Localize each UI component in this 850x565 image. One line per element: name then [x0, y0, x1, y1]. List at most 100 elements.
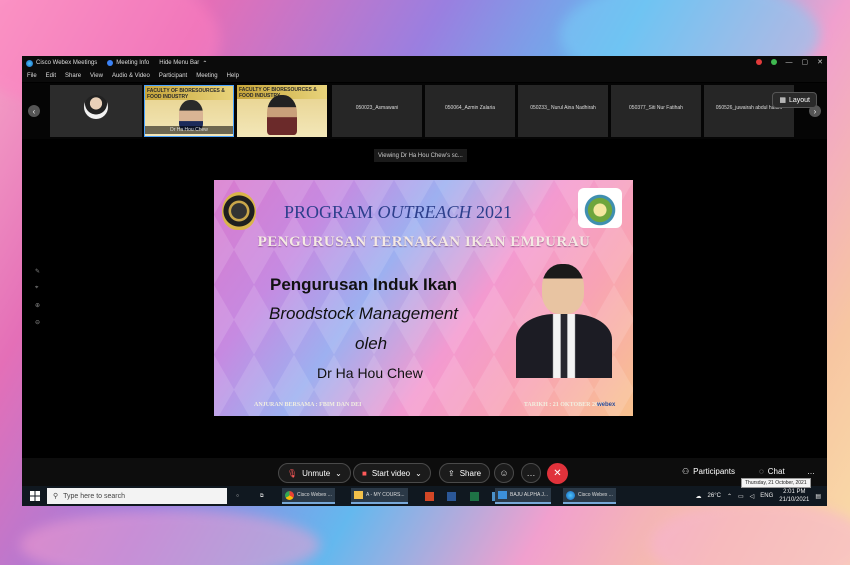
menu-share[interactable]: Share: [65, 73, 81, 79]
maximize-icon[interactable]: ▢: [802, 58, 809, 66]
pointer-icon[interactable]: ✎: [35, 268, 40, 275]
clock-date: 21/10/2021: [779, 497, 810, 503]
participant-tile[interactable]: 050377_Siti Nur Fatihah: [611, 85, 701, 137]
webex-logo-icon: [26, 59, 33, 67]
minimize-icon[interactable]: —: [786, 59, 793, 66]
powerpoint-icon[interactable]: [425, 489, 434, 503]
start-video-label: Start video: [371, 468, 411, 478]
clock-time: 2:01 PM: [783, 489, 806, 495]
faculty-banner: FACULTY OF BIORESOURCES & FOOD INDUSTRY: [145, 86, 233, 100]
participants-label: Participants: [693, 467, 735, 476]
webex-window: Cisco Webex Meetings Meeting Info Hide M…: [22, 56, 827, 506]
share-button[interactable]: ⇪ Share: [439, 463, 491, 483]
slide-line-2: Broodstock Management: [269, 304, 458, 323]
network-icon[interactable]: ▭: [738, 493, 744, 500]
hide-menu-bar-label: Hide Menu Bar: [159, 60, 200, 66]
excel-icon[interactable]: [470, 489, 479, 503]
taskbar-app-webex[interactable]: Cisco Webex ...: [563, 488, 616, 504]
participant-tile[interactable]: 050064_Azmin Zalaria: [425, 85, 515, 137]
recording-icon: [755, 59, 762, 65]
taskbar-app-label: Cisco Webex ...: [578, 492, 613, 498]
participant-tile[interactable]: FACULTY OF BIORESOURCES & FOOD INDUSTRY: [237, 85, 327, 137]
unmute-button[interactable]: 🎙 Unmute ⌄: [278, 463, 351, 483]
menu-meeting[interactable]: Meeting: [196, 73, 217, 79]
hide-menu-bar-button[interactable]: Hide Menu Bar ⌃: [159, 60, 207, 67]
info-icon: [107, 60, 114, 66]
meeting-info-button[interactable]: Meeting Info: [107, 60, 149, 66]
cortana-icon[interactable]: ○: [236, 489, 239, 503]
pen-icon[interactable]: ⌖: [35, 285, 40, 292]
close-icon: ✕: [553, 468, 562, 479]
reactions-button[interactable]: ☺: [494, 463, 514, 483]
search-icon: ⚲: [53, 493, 59, 500]
share-label: Share: [459, 468, 482, 478]
slide-line-1: Pengurusan Induk Ikan: [270, 275, 458, 294]
shared-screen-slide: PROGRAM OUTREACH 2021 PENGURUSAN TERNAKA…: [214, 180, 633, 416]
participant-name: 050064_Azmin Zalaria: [444, 105, 496, 111]
notification-icon[interactable]: ▤: [815, 493, 821, 500]
taskbar-app-explorer[interactable]: A - MY COURS...: [351, 488, 408, 504]
layout-label: Layout: [788, 96, 810, 104]
system-tray: ☁ 26°C ⌃ ▭ ◁ ENG 2:01 PM 21/10/2021 ▤: [696, 488, 821, 504]
word-icon[interactable]: [447, 489, 456, 503]
annotation-tools: ✎ ⌖ ⊕ ⊖: [35, 268, 40, 326]
start-video-button[interactable]: ■ Start video ⌄: [353, 463, 431, 483]
layout-button[interactable]: ▦ Layout: [772, 92, 817, 108]
clock[interactable]: 2:01 PM 21/10/2021: [779, 488, 809, 504]
chat-button[interactable]: ◌ Chat: [759, 467, 785, 476]
avatar: [267, 95, 297, 135]
menu-participant[interactable]: Participant: [159, 73, 187, 79]
menu-file[interactable]: File: [27, 73, 37, 79]
chat-icon: ◌: [759, 467, 764, 476]
taskbar-search[interactable]: ⚲ Type here to search: [47, 488, 227, 504]
slide-line-3: oleh: [355, 334, 388, 353]
slide-title-year: 2021: [476, 202, 513, 222]
participant-tile[interactable]: 050023_Asmawani: [332, 85, 422, 137]
participant-tile-active[interactable]: FACULTY OF BIORESOURCES & FOOD INDUSTRY …: [144, 85, 234, 137]
background-blob: [20, 510, 320, 565]
viewing-share-banner: Viewing Dr Ha Hou Chew's sc...: [374, 149, 467, 162]
program-logo: [578, 188, 622, 228]
volume-icon[interactable]: ◁: [750, 493, 755, 500]
task-view-icon[interactable]: ⧉: [260, 489, 264, 503]
zoom-out-icon[interactable]: ⊖: [35, 319, 40, 326]
menu-bar: File Edit Share View Audio & Video Parti…: [22, 70, 827, 82]
more-panels-button[interactable]: …: [807, 467, 815, 476]
taskbar-app-label: Cisco Webex ...: [297, 492, 332, 498]
taskbar-app-photos[interactable]: BAJU ALPHA J...: [495, 488, 552, 504]
menu-help[interactable]: Help: [227, 73, 239, 79]
slide-footer-left: ANJURAN BERSAMA : FBIM DAN DEI: [254, 402, 362, 408]
slide-footer: ANJURAN BERSAMA : FBIM DAN DEI TARIKH : …: [254, 402, 604, 408]
more-options-button[interactable]: …: [521, 463, 541, 483]
participants-icon: ⚇: [682, 467, 690, 476]
language-indicator[interactable]: ENG: [760, 493, 773, 499]
slide-footer-right: TARIKH : 21 OKTOBER 2021: [523, 402, 604, 408]
participant-tile[interactable]: 050233_ Nurul Aina Nadhirah: [518, 85, 608, 137]
weather-temp: 26°C: [707, 493, 721, 499]
app-title-text: Cisco Webex Meetings: [36, 60, 98, 66]
zoom-in-icon[interactable]: ⊕: [35, 302, 40, 309]
avatar: [84, 95, 108, 119]
taskbar-app-label: A - MY COURS...: [366, 492, 405, 498]
participant-name: 050023_Asmawani: [355, 105, 399, 111]
webex-icon: [566, 490, 575, 500]
connection-icon: [770, 59, 777, 65]
participants-button[interactable]: ⚇ Participants: [682, 467, 735, 476]
slide-title-prefix: PROGRAM: [284, 202, 374, 222]
speaker-photo: [514, 260, 614, 378]
share-icon: ⇪: [448, 468, 455, 478]
date-tooltip: Thursday, 21 October, 2021: [741, 478, 811, 488]
menu-edit[interactable]: Edit: [46, 73, 56, 79]
taskbar-app-label: BAJU ALPHA J...: [510, 492, 549, 498]
strip-prev-button[interactable]: ‹: [28, 105, 40, 117]
windows-start-icon[interactable]: [30, 491, 40, 501]
leave-meeting-button[interactable]: ✕: [547, 463, 568, 484]
close-icon[interactable]: ✕: [817, 58, 823, 66]
tray-chevron-icon[interactable]: ⌃: [727, 493, 732, 500]
participant-tile[interactable]: [50, 85, 142, 137]
menu-audio-video[interactable]: Audio & Video: [112, 73, 150, 79]
more-icon: …: [526, 468, 536, 478]
mic-muted-icon: 🎙: [287, 468, 298, 478]
taskbar-app-chrome[interactable]: Cisco Webex ...: [282, 488, 335, 504]
menu-view[interactable]: View: [90, 73, 103, 79]
